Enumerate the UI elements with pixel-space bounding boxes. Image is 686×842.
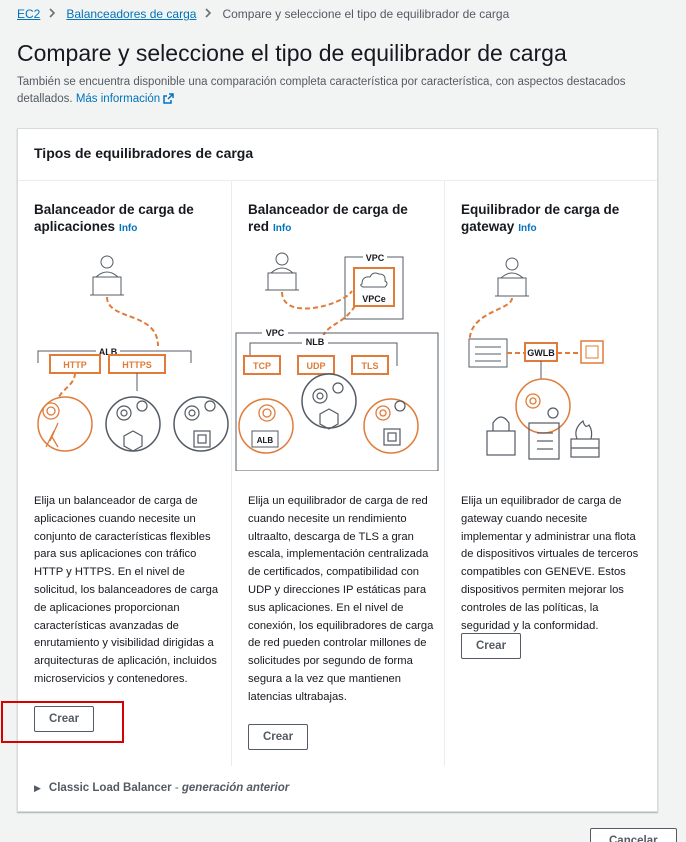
card-description: Elija un equilibrador de carga de red cu… — [248, 495, 434, 703]
udp-label: UDP — [306, 361, 325, 371]
more-info-label: Más información — [75, 93, 161, 105]
page-description: También se encuentra disponible una comp… — [17, 74, 637, 110]
breadcrumb: EC2 Balanceadores de carga Compare y sel… — [17, 7, 509, 21]
info-link[interactable]: Info — [273, 223, 291, 234]
tls-label: TLS — [362, 361, 379, 371]
expander-title: Classic Load Balancer — [48, 782, 172, 794]
card-application-load-balancer: Balanceador de carga de aplicaciones Info… — [1, 181, 231, 766]
breadcrumb-link-load-balancers[interactable]: Balanceadores de carga — [66, 7, 196, 21]
vpc-label: VPC — [266, 328, 285, 338]
chevron-right-icon — [204, 7, 214, 21]
load-balancer-cards: Balanceador de carga de aplicaciones Info… — [1, 181, 657, 766]
info-link[interactable]: Info — [119, 223, 137, 234]
card-title: Balanceador de carga de aplicaciones Info — [34, 201, 215, 237]
breadcrumb-link-ec2[interactable]: EC2 — [17, 7, 40, 21]
vpc-top-label: VPC — [366, 253, 385, 263]
alb-target-label: ALB — [257, 436, 274, 445]
card-description: Elija un balanceador de carga de aplicac… — [34, 495, 219, 685]
nlb-diagram-illustration: VPC VPCe VPC NLB TCP UDP TLS ALB — [235, 252, 439, 471]
gwlb-label: GWLB — [527, 348, 555, 358]
card-description: Elija un equilibrador de carga de gatewa… — [461, 495, 639, 632]
external-link-icon — [163, 93, 174, 110]
create-gwlb-button[interactable]: Crear — [461, 633, 522, 659]
http-label: HTTP — [63, 360, 87, 370]
chevron-right-icon — [48, 7, 58, 21]
tcp-label: TCP — [253, 361, 271, 371]
more-info-link[interactable]: Más información — [76, 93, 174, 105]
load-balancer-types-panel: Tipos de equilibradores de carga Balance… — [1, 128, 658, 812]
expander-subtitle: generación anterior — [181, 782, 290, 794]
classic-load-balancer-expander[interactable]: ▶ Classic Load Balancer - generación ante… — [34, 782, 289, 794]
card-gateway-load-balancer: Equilibrador de carga de gateway Info GWL… — [444, 181, 657, 766]
create-nlb-button[interactable]: Crear — [248, 724, 309, 750]
page-title: Compare y seleccione el tipo de equilibr… — [17, 40, 567, 66]
card-title: Balanceador de carga de red Info — [248, 201, 428, 237]
card-title: Equilibrador de carga de gateway Info — [461, 201, 641, 237]
card-title-text: Balanceador de carga de aplicaciones — [34, 202, 194, 234]
info-link[interactable]: Info — [518, 223, 536, 234]
create-alb-button[interactable]: Crear — [34, 706, 95, 732]
alb-diagram-illustration: ALB HTTP HTTPS — [37, 255, 229, 452]
nlb-label: NLB — [306, 337, 325, 347]
card-network-load-balancer: Balanceador de carga de red Info VPC VPCe — [231, 181, 444, 766]
card-title-text: Equilibrador de carga de gateway — [461, 202, 620, 234]
gwlb-diagram-illustration: GWLB — [468, 257, 604, 460]
cancel-button[interactable]: Cancelar — [590, 828, 677, 842]
breadcrumb-current: Compare y seleccione el tipo de equilibr… — [222, 7, 510, 21]
card-title-text: Balanceador de carga de red — [248, 202, 408, 234]
vpce-label: VPCe — [362, 294, 386, 304]
expander-separator: - — [171, 782, 182, 794]
https-label: HTTPS — [122, 360, 152, 370]
section-title: Tipos de equilibradores de carga — [18, 129, 657, 181]
caret-right-icon: ▶ — [34, 783, 41, 793]
